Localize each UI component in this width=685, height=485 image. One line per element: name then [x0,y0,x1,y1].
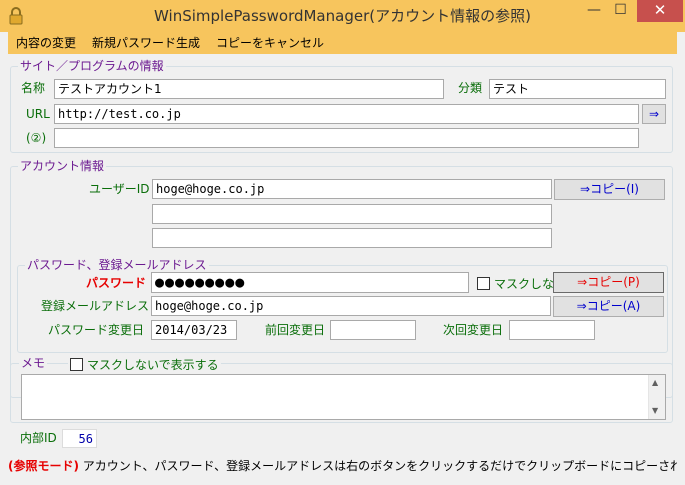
password-group: パスワード、登録メールアドレス パスワード ●●●●●●●●● マスクしない ⇒… [17,258,668,353]
show-unmasked-label: マスクしないで表示する [87,358,219,372]
password-changed-field[interactable]: 2014/03/23 [151,320,237,340]
url2-field[interactable] [54,128,639,148]
close-button[interactable]: ✕ [637,0,683,22]
status-bar: (参照モード) アカウント、パスワード、登録メールアドレスは右のボタンをクリック… [8,455,677,477]
site-info-group: サイト／プログラムの情報 名称 テストアカウント1 分類 テスト URL htt… [10,59,673,153]
email-field[interactable]: hoge@hoge.co.jp [151,296,551,316]
internal-id-value: 56 [62,429,97,448]
account-extra-field-1[interactable] [152,204,552,224]
minimize-button[interactable]: — [581,0,607,22]
open-url-button[interactable]: ⇒ [642,104,666,124]
client-area: サイト／プログラムの情報 名称 テストアカウント1 分類 テスト URL htt… [8,54,677,477]
menu-bar: 内容の変更 新規パスワード生成 コピーをキャンセル [8,32,677,54]
show-unmasked-checkbox[interactable]: マスクしないで表示する [68,356,221,373]
status-text: アカウント、パスワード、登録メールアドレスは右のボタンをクリックするだけでクリッ… [78,459,677,473]
name-field[interactable]: テストアカウント1 [54,79,444,99]
scroll-down-arrow-icon[interactable]: ▼ [652,406,658,416]
internal-id-label: 内部ID [20,431,57,445]
account-extra-field-2[interactable] [152,228,552,248]
menu-cancel-copy[interactable]: コピーをキャンセル [208,32,332,54]
url-label: URL [26,107,50,121]
password-label: パスワード [86,276,147,290]
memo-legend: メモ [19,356,48,371]
user-id-field[interactable]: hoge@hoge.co.jp [152,179,552,199]
copy-email-button[interactable]: ⇒コピー(A) [553,296,664,317]
url2-label: (②) [26,131,47,145]
name-label: 名称 [21,81,46,95]
site-info-legend: サイト／プログラムの情報 [18,59,166,74]
title-bar[interactable]: WinSimplePasswordManager(アカウント情報の参照) — ☐… [0,0,685,32]
user-id-label: ユーザーID [89,182,150,196]
account-info-legend: アカウント情報 [18,159,107,174]
memo-group: メモ マスクしないで表示する ▲ ▼ [10,356,673,423]
copy-user-id-button[interactable]: ⇒コピー(I) [554,179,665,200]
category-field[interactable]: テスト [489,79,666,99]
copy-password-button[interactable]: ⇒コピー(P) [553,272,664,293]
menu-edit-content[interactable]: 内容の変更 [8,32,84,54]
show-unmasked-checkbox-box[interactable] [70,358,83,371]
scroll-up-arrow-icon[interactable]: ▲ [652,378,658,388]
url-field[interactable]: http://test.co.jp [54,104,639,124]
status-mode: (参照モード) [8,459,79,473]
previous-change-label: 前回変更日 [265,323,326,337]
main-window: WinSimplePasswordManager(アカウント情報の参照) — ☐… [0,0,685,485]
next-change-label: 次回変更日 [443,323,504,337]
email-label: 登録メールアドレス [41,299,150,313]
password-legend: パスワード、登録メールアドレス [25,258,209,273]
menu-generate-password[interactable]: 新規パスワード生成 [84,32,208,54]
password-field[interactable]: ●●●●●●●●● [151,272,469,293]
password-changed-label: パスワード変更日 [48,323,145,337]
maximize-button[interactable]: ☐ [607,0,634,22]
memo-textarea[interactable]: ▲ ▼ [21,374,666,420]
no-mask-checkbox-box[interactable] [477,277,490,290]
category-label: 分類 [458,81,483,95]
memo-scrollbar[interactable]: ▲ ▼ [648,375,665,419]
next-change-field[interactable] [509,320,595,340]
previous-change-field[interactable] [330,320,416,340]
